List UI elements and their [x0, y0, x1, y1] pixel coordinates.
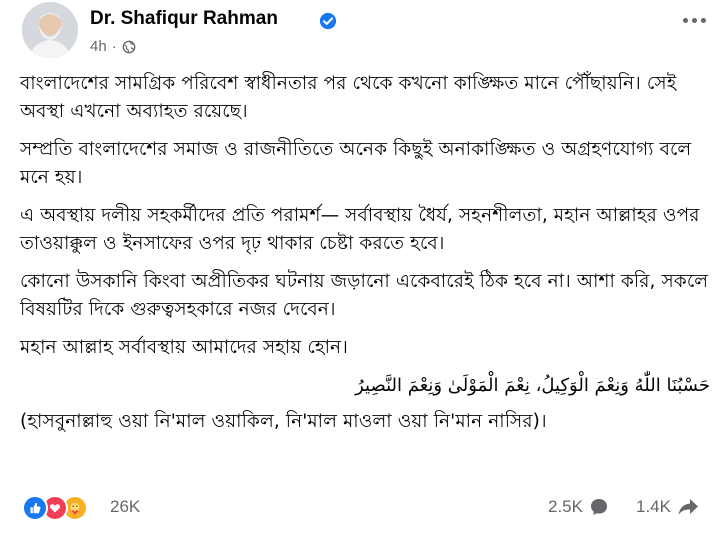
post-timestamp[interactable]: 4h — [90, 38, 107, 55]
globe-icon[interactable] — [122, 40, 136, 54]
post-header: Dr. Shafiqur Rahman 4h · — [22, 2, 712, 62]
like-reaction-icon — [22, 495, 48, 521]
reaction-icons[interactable] — [22, 495, 88, 521]
reaction-count[interactable]: 26K — [110, 497, 140, 517]
more-dot-icon — [691, 17, 697, 23]
share-icon — [678, 499, 698, 515]
transliteration: (হাসবুনাল্লাহু ওয়া নি'মাল ওয়াকিল, নি'ম… — [20, 411, 547, 432]
post-paragraph: কোনো উসকানি কিংবা অপ্রীতিকর ঘটনায় জড়ান… — [20, 271, 709, 320]
comment-icon — [590, 499, 607, 515]
post-footer: 26K 2.5K 1.4K — [22, 491, 712, 527]
comment-count: 2.5K — [548, 497, 583, 516]
more-dot-icon — [682, 17, 688, 23]
post-paragraph: বাংলাদেশের সামগ্রিক পরিবেশ স্বাধীনতার পর… — [20, 73, 677, 122]
more-options-button[interactable] — [680, 10, 708, 30]
author-avatar[interactable] — [22, 2, 78, 58]
post-paragraph: মহান আল্লাহ সর্বাবস্থায় আমাদের সহায় হো… — [20, 337, 348, 358]
share-count: 1.4K — [636, 497, 671, 516]
author-name[interactable]: Dr. Shafiqur Rahman — [90, 8, 278, 30]
verified-badge-icon — [319, 12, 337, 30]
share-stat[interactable]: 1.4K — [636, 497, 699, 517]
more-dot-icon — [700, 17, 706, 23]
post-paragraph: সম্প্রতি বাংলাদেশের সমাজ ও রাজনীতিতে অনে… — [20, 139, 692, 188]
comment-stat[interactable]: 2.5K — [548, 497, 609, 517]
post-body: বাংলাদেশের সামগ্রিক পরিবেশ স্বাধীনতার পর… — [20, 70, 710, 446]
avatar-image — [22, 2, 78, 58]
arabic-verse: حَسْبُنَا اللّٰهُ وَنِعْمَ الْوَكِيلُ، ن… — [355, 375, 710, 396]
post-paragraph: এ অবস্থায় দলীয় সহকর্মীদের প্রতি পরামর্… — [20, 205, 700, 254]
meta-separator: · — [111, 38, 117, 55]
post-meta: 4h · — [90, 38, 136, 55]
